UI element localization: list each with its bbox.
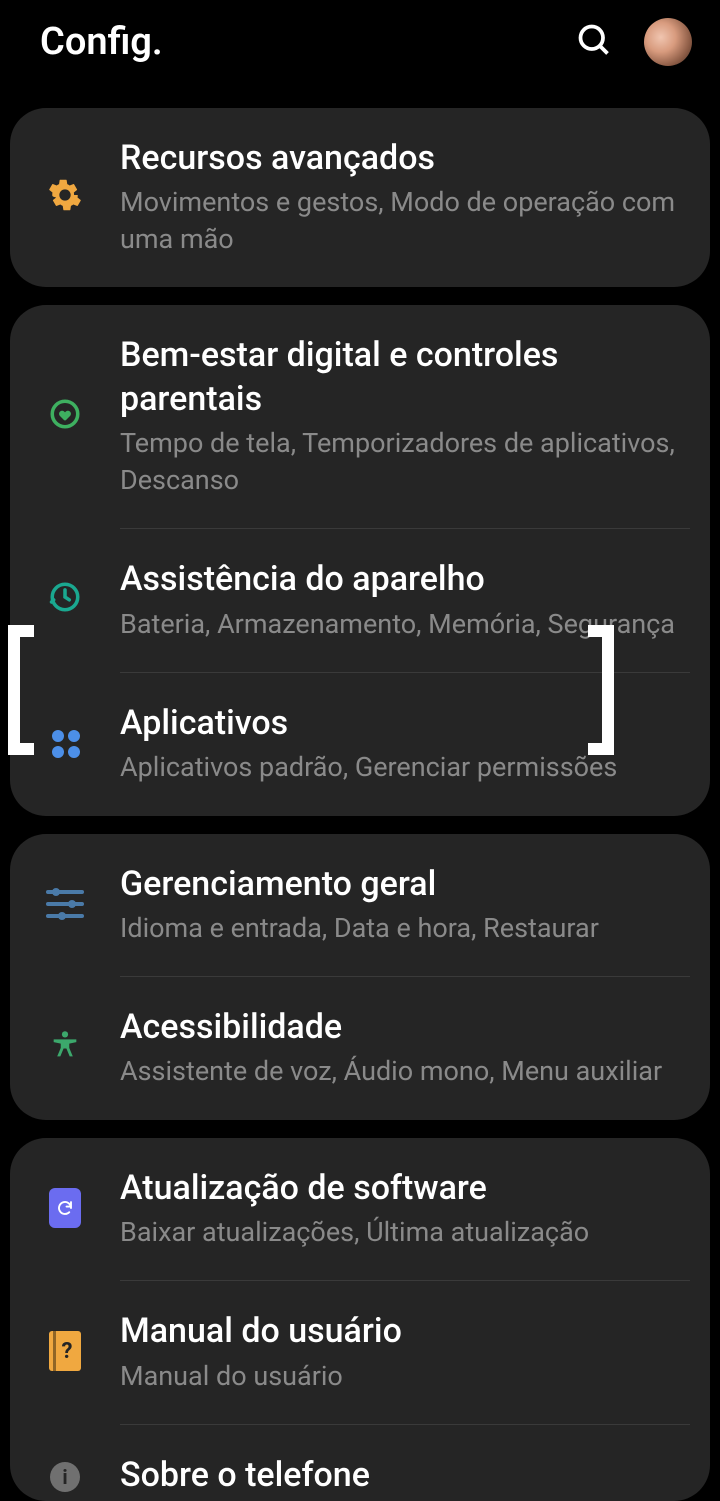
- item-title: Manual do usuário: [120, 1309, 680, 1353]
- settings-group: Atualização de software Baixar atualizaç…: [10, 1138, 710, 1501]
- item-subtitle: Baixar atualizações, Última atualização: [120, 1214, 680, 1250]
- highlight-bracket-right: [588, 625, 614, 755]
- item-title: Gerenciamento geral: [120, 862, 680, 906]
- manual-icon: ?: [10, 1303, 120, 1371]
- item-title: Sobre o telefone: [120, 1453, 680, 1497]
- item-title: Acessibilidade: [120, 1005, 680, 1049]
- highlight-bracket-left: [8, 625, 34, 755]
- heart-circle-icon: [10, 397, 120, 435]
- item-subtitle: Manual do usuário: [120, 1358, 680, 1394]
- item-accessibility[interactable]: Acessibilidade Assistente de voz, Áudio …: [10, 976, 710, 1120]
- info-icon: i: [10, 1434, 120, 1492]
- item-subtitle: Movimentos e gestos, Modo de operação co…: [120, 184, 680, 257]
- item-software-update[interactable]: Atualização de software Baixar atualizaç…: [10, 1138, 710, 1281]
- item-title: Recursos avançados: [120, 136, 680, 180]
- item-title: Atualização de software: [120, 1166, 680, 1210]
- page-title: Config.: [40, 20, 163, 64]
- item-advanced-features[interactable]: Recursos avançados Movimentos e gestos, …: [10, 108, 710, 287]
- gear-icon: [10, 178, 120, 216]
- accessibility-icon: [10, 1000, 120, 1066]
- item-subtitle: Idioma e entrada, Data e hora, Restaurar: [120, 910, 680, 946]
- item-user-manual[interactable]: ? Manual do usuário Manual do usuário: [10, 1280, 710, 1424]
- sliders-icon: [10, 890, 120, 918]
- item-title: Bem-estar digital e controles parentais: [120, 333, 680, 421]
- item-subtitle: Tempo de tela, Temporizadores de aplicat…: [120, 425, 680, 498]
- item-subtitle: Assistente de voz, Áudio mono, Menu auxi…: [120, 1053, 680, 1089]
- item-about-phone[interactable]: i Sobre o telefone: [10, 1424, 710, 1501]
- settings-group: Gerenciamento geral Idioma e entrada, Da…: [10, 834, 710, 1120]
- avatar[interactable]: [644, 18, 692, 66]
- item-title: Assistência do aparelho: [120, 557, 680, 601]
- item-general-management[interactable]: Gerenciamento geral Idioma e entrada, Da…: [10, 834, 710, 977]
- settings-group: Recursos avançados Movimentos e gestos, …: [10, 108, 710, 287]
- search-icon[interactable]: [576, 22, 612, 62]
- header-actions: [576, 18, 692, 66]
- item-digital-wellbeing[interactable]: Bem-estar digital e controles parentais …: [10, 305, 710, 528]
- device-care-icon: [10, 552, 120, 618]
- header: Config.: [0, 0, 720, 90]
- update-icon: [10, 1188, 120, 1228]
